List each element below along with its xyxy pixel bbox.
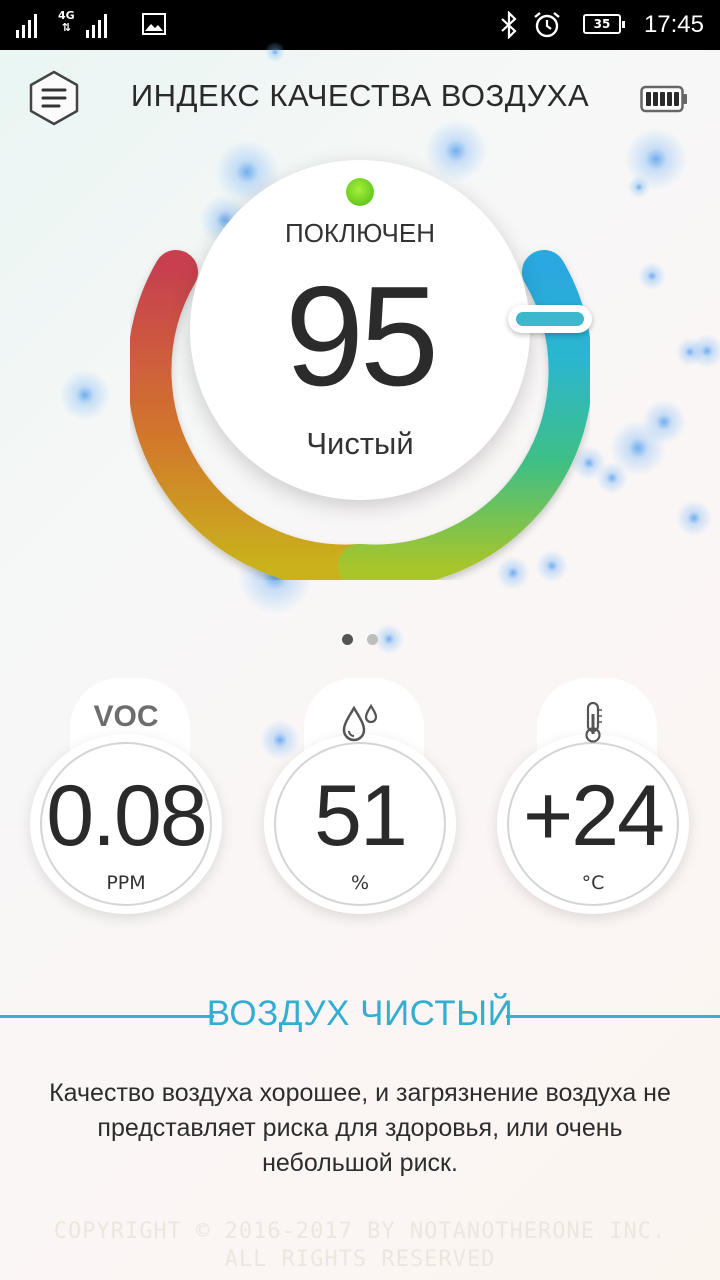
bluetooth-icon bbox=[501, 11, 517, 39]
aqi-label: Чистый bbox=[306, 426, 414, 461]
humidity-icon bbox=[264, 700, 456, 748]
voc-sensor-card[interactable]: VOC 0.08 PPM bbox=[30, 678, 230, 918]
aqi-value: 95 bbox=[285, 257, 439, 416]
page-dot-active[interactable] bbox=[342, 634, 353, 645]
air-quality-verdict: ВОЗДУХ ЧИСТЫЙ bbox=[206, 994, 514, 1033]
status-bar: 4G ⇅ 35 17:45 bbox=[0, 0, 720, 50]
air-quality-description: Качество воздуха хорошее, и загрязнение … bbox=[49, 1079, 671, 1177]
voc-label: VOC bbox=[93, 700, 159, 733]
voc-unit: PPM bbox=[106, 872, 146, 894]
signal-icon bbox=[86, 14, 107, 38]
voc-value: 0.08 bbox=[46, 768, 207, 864]
page-title: ИНДЕКС КАЧЕСТВА ВОЗДУХА bbox=[130, 78, 590, 113]
connection-status: ПОКЛЮЧЕН bbox=[285, 218, 435, 248]
battery-level: 35 bbox=[593, 17, 611, 31]
copyright-notice: COPYRIGHT © 2016-2017 BY NOTANOTHERONE I… bbox=[53, 1219, 667, 1272]
device-battery-icon[interactable] bbox=[640, 84, 688, 114]
humidity-value: 51 bbox=[314, 768, 408, 864]
page-indicator[interactable] bbox=[342, 634, 378, 645]
menu-button[interactable] bbox=[28, 70, 80, 126]
page-dot[interactable] bbox=[367, 634, 378, 645]
network-type-label: 4G ⇅ bbox=[58, 9, 75, 34]
humidity-unit: % bbox=[350, 872, 370, 894]
image-icon bbox=[142, 13, 166, 35]
gauge-handle[interactable] bbox=[508, 305, 592, 333]
alarm-icon bbox=[534, 12, 560, 38]
signal-icon bbox=[16, 14, 37, 38]
battery-icon: 35 bbox=[583, 14, 625, 34]
temperature-unit: °C bbox=[581, 872, 605, 894]
connection-status-dot bbox=[346, 178, 374, 206]
humidity-sensor-card[interactable]: 51 % bbox=[264, 678, 464, 918]
temperature-value: +24 bbox=[523, 768, 665, 864]
thermometer-icon bbox=[497, 700, 689, 748]
clock: 17:45 bbox=[643, 11, 704, 38]
temperature-sensor-card[interactable]: +24 °C bbox=[497, 678, 697, 918]
